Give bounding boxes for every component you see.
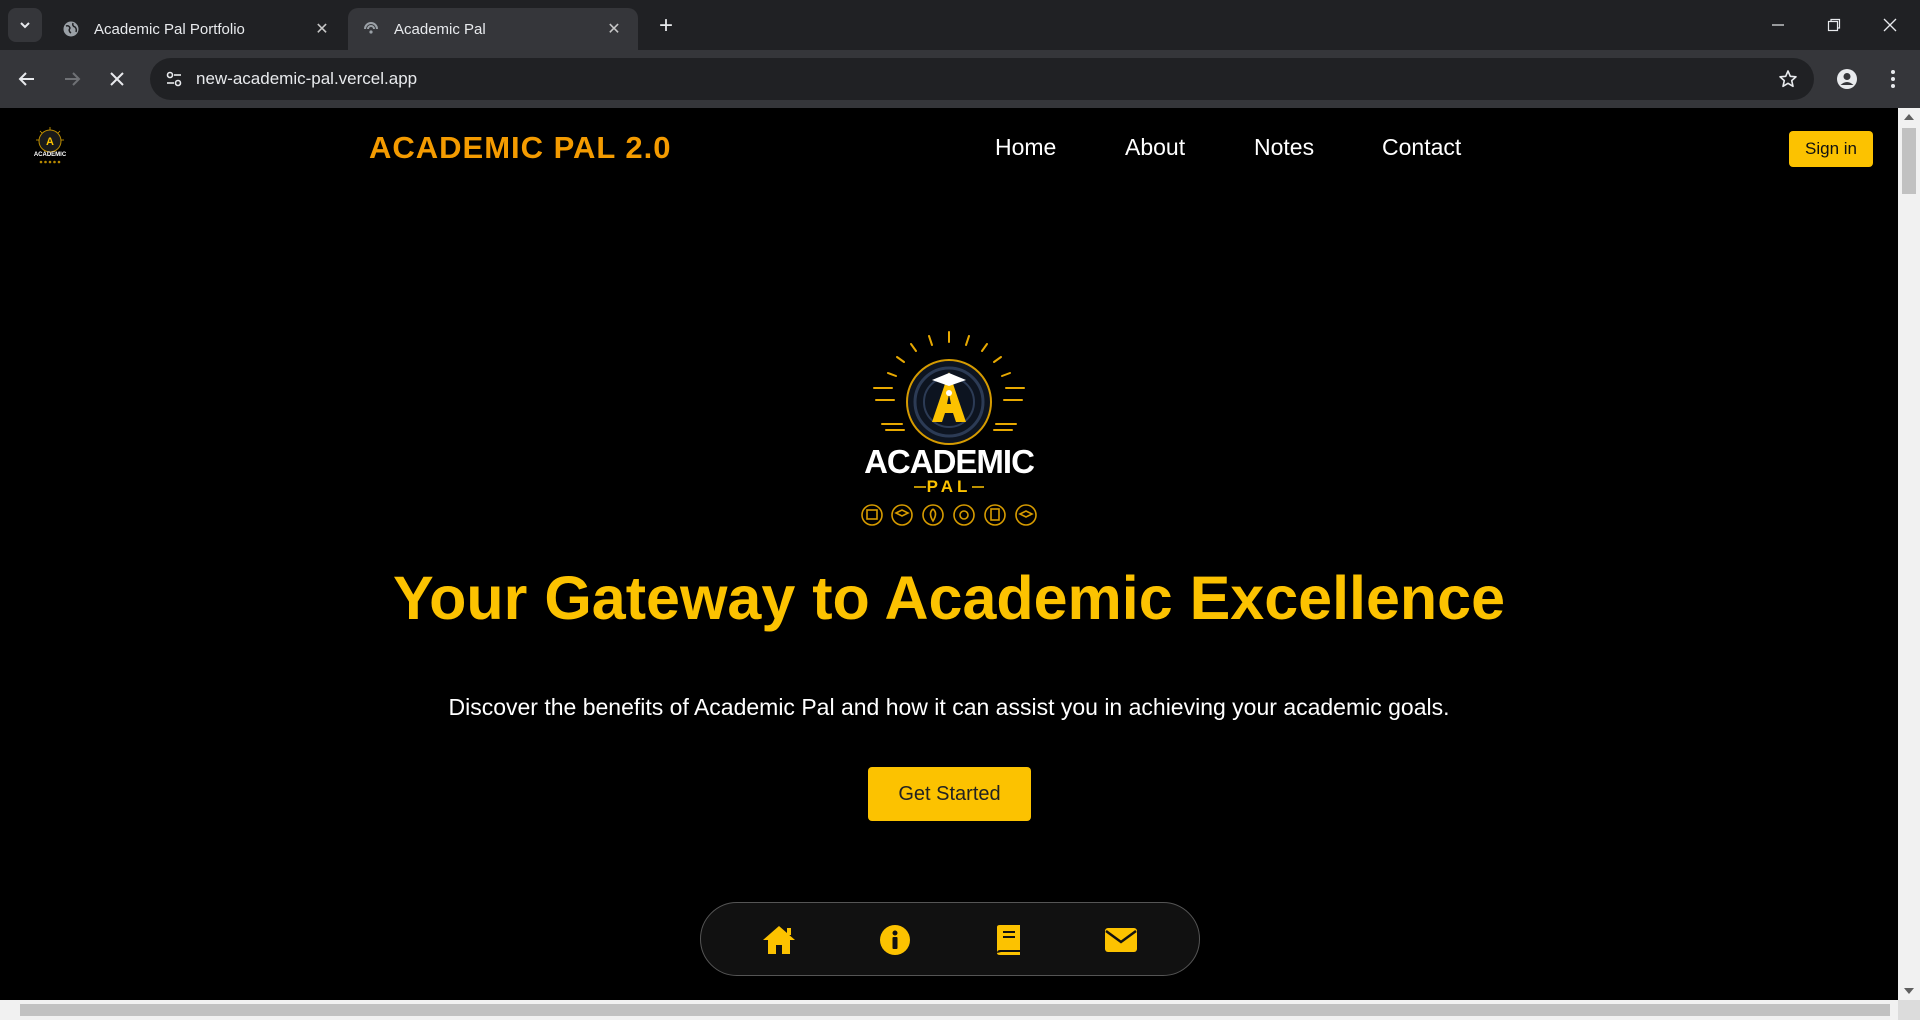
sign-in-button[interactable]: Sign in bbox=[1789, 131, 1873, 167]
close-icon[interactable]: ✕ bbox=[312, 19, 332, 39]
minimize-icon[interactable] bbox=[1750, 0, 1806, 50]
scroll-thumb[interactable] bbox=[20, 1004, 1890, 1016]
window-close-icon[interactable] bbox=[1862, 0, 1918, 50]
stop-loading-icon[interactable] bbox=[100, 62, 134, 96]
browser-toolbar: new-academic-pal.vercel.app bbox=[0, 50, 1920, 108]
restore-icon[interactable] bbox=[1806, 0, 1862, 50]
profile-icon[interactable] bbox=[1830, 62, 1864, 96]
scroll-up-icon[interactable] bbox=[1904, 114, 1914, 120]
mail-icon[interactable] bbox=[1103, 922, 1139, 958]
chevron-down-icon bbox=[20, 22, 30, 29]
url-text[interactable]: new-academic-pal.vercel.app bbox=[196, 58, 417, 100]
tab-academic-pal[interactable]: Academic Pal ✕ bbox=[348, 8, 638, 50]
page-viewport: A ACADEMIC ACADEMIC PAL 2.0 Home About N… bbox=[0, 108, 1898, 1000]
tab-title: Academic Pal Portfolio bbox=[94, 20, 245, 38]
site-info-icon[interactable] bbox=[160, 65, 188, 93]
tab-academic-pal-portfolio[interactable]: Academic Pal Portfolio ✕ bbox=[48, 8, 346, 50]
info-icon[interactable] bbox=[877, 922, 913, 958]
nav-home[interactable]: Home bbox=[995, 134, 1056, 161]
tab-strip: Academic Pal Portfolio ✕ Academic Pal ✕ … bbox=[0, 0, 1920, 50]
close-icon[interactable]: ✕ bbox=[604, 19, 624, 39]
bookmark-star-icon[interactable] bbox=[1776, 67, 1800, 91]
address-bar[interactable]: new-academic-pal.vercel.app bbox=[150, 58, 1814, 100]
hero-title: Your Gateway to Academic Excellence bbox=[392, 564, 1506, 632]
globe-icon bbox=[62, 20, 80, 38]
forward-icon[interactable] bbox=[55, 62, 89, 96]
book-icon[interactable] bbox=[990, 922, 1026, 958]
svg-text:A: A bbox=[46, 136, 54, 148]
tab-search-button[interactable] bbox=[8, 8, 42, 42]
floating-nav-bar bbox=[700, 902, 1200, 976]
nav-contact[interactable]: Contact bbox=[1382, 134, 1461, 161]
vertical-scrollbar[interactable] bbox=[1898, 108, 1920, 1000]
back-icon[interactable] bbox=[10, 62, 44, 96]
hero-logo-word2: PAL bbox=[927, 477, 972, 496]
scroll-down-icon[interactable] bbox=[1904, 988, 1914, 994]
scrollbar-corner bbox=[1898, 1000, 1920, 1020]
scroll-thumb[interactable] bbox=[1902, 128, 1916, 194]
horizontal-scrollbar[interactable] bbox=[0, 1000, 1898, 1020]
hero-logo: ACADEMIC PAL bbox=[861, 331, 1037, 526]
home-icon[interactable] bbox=[761, 922, 797, 958]
tab-title: Academic Pal bbox=[394, 20, 486, 38]
get-started-button[interactable]: Get Started bbox=[868, 767, 1031, 821]
nav-notes[interactable]: Notes bbox=[1254, 134, 1314, 161]
svg-text:ACADEMIC: ACADEMIC bbox=[34, 152, 67, 158]
site-logo-small[interactable]: A ACADEMIC bbox=[30, 126, 70, 166]
new-tab-icon[interactable]: + bbox=[652, 12, 680, 40]
menu-dots-icon[interactable] bbox=[1876, 62, 1910, 96]
nav-about[interactable]: About bbox=[1125, 134, 1185, 161]
brand-title[interactable]: ACADEMIC PAL 2.0 bbox=[369, 130, 672, 166]
hero-logo-word1: ACADEMIC bbox=[864, 443, 1034, 480]
site-favicon bbox=[362, 20, 380, 38]
hero-subtitle: Discover the benefits of Academic Pal an… bbox=[448, 694, 1450, 720]
